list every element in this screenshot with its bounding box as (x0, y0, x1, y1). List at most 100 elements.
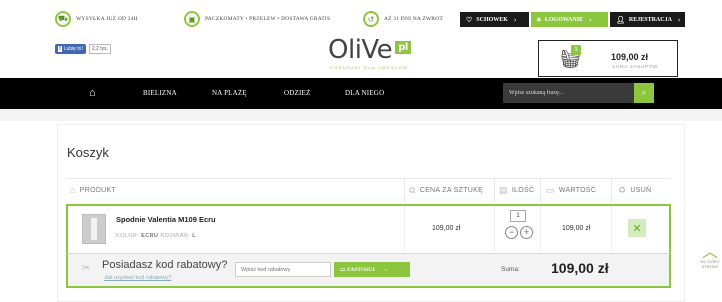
header-divider (540, 179, 541, 203)
close-icon: ✕ (632, 222, 642, 235)
search-input[interactable] (503, 83, 634, 103)
facebook-like-button[interactable]: f Lubię to! (55, 44, 86, 54)
site-logo[interactable]: OliVe pl Poduszki dla zmysłów (328, 35, 412, 70)
header-remove: ♻ USUŃ (618, 185, 651, 196)
remove-item-button[interactable]: ✕ (628, 219, 646, 237)
chevron-right-icon: › (589, 15, 592, 24)
cart-total-label: Suma zakupów (612, 64, 659, 69)
plus-icon: + (523, 227, 530, 237)
header-divider (494, 179, 495, 203)
row-divider (404, 206, 405, 251)
header-unit-price-label: CENA ZA SZTUKĘ (419, 187, 484, 194)
ticket-icon: ▭ (340, 266, 346, 273)
header-product-label: PRODUKT (79, 186, 117, 194)
chevron-right-icon: › (384, 266, 387, 273)
cart-item-row: Spodnie Valentia M109 Ecru KOLOR: ECRU R… (66, 204, 671, 253)
register-label: REJESTRACJA (628, 16, 672, 23)
list-icon: ▤ (499, 185, 508, 195)
header-value-label: WARTOŚĆ (558, 187, 597, 194)
facebook-icon: f (58, 46, 62, 52)
header-unit-price: ⧉ CENA ZA SZTUKĘ (409, 185, 483, 196)
promo-section: ✂ Posiadasz kod rabatowy? Jak uzyskać ko… (66, 253, 671, 288)
logo-tagline: Poduszki dla zmysłów (330, 65, 409, 70)
return-info-text: Aż 31 dni na zwrot (384, 16, 443, 22)
row-divider (540, 206, 541, 251)
background-band (0, 109, 722, 121)
logo-wordmark: OliVe pl (328, 35, 412, 65)
login-button[interactable]: 🔒︎ LOGOWANIE › (531, 12, 608, 27)
chevron-right-icon: › (513, 15, 517, 24)
bag-icon: ⌂ (70, 185, 76, 195)
mini-cart[interactable]: 🧺︎ 1 109,00 zł Suma zakupów (538, 40, 678, 77)
user-icon: 👤︎ (616, 15, 625, 24)
facebook-like[interactable]: f Lubię to! 2,2 tys. (55, 44, 111, 54)
row-divider (611, 206, 612, 251)
return-icon: ↺ (363, 11, 379, 27)
apply-promo-button[interactable]: ▭ ZASTOSUJ › (334, 262, 410, 277)
product-attributes: KOLOR: ECRU ROZMIAR: L (116, 233, 196, 239)
logo-main-text: OliVe (328, 35, 393, 65)
search-icon: ⌕ (641, 88, 647, 97)
return-info: ↺ Aż 31 dni na zwrot (363, 10, 443, 28)
item-value: 109,00 zł (562, 225, 591, 232)
facebook-like-label: Lubię to! (63, 46, 83, 52)
sum-label: Suma: (501, 266, 520, 273)
wallet-icon: ▭ (546, 185, 555, 195)
register-button[interactable]: 👤︎ REJESTRACJA › (610, 12, 685, 27)
row-divider (494, 206, 495, 251)
color-value: ECRU (141, 233, 159, 239)
facebook-like-count: 2,2 tys. (88, 44, 111, 54)
nav-item-odziez[interactable]: ODZIEŻ (284, 89, 310, 97)
truck-icon: ⛟ (55, 11, 71, 27)
product-name[interactable]: Spodnie Valentia M109 Ecru (116, 215, 216, 224)
product-thumbnail[interactable] (82, 214, 106, 244)
logo-pl-badge: pl (395, 41, 411, 54)
login-label: LOGOWANIE (544, 16, 584, 23)
search-box: ⌕ (503, 83, 654, 103)
cart-count-badge: 1 (571, 45, 581, 55)
header-divider (611, 179, 612, 203)
header-quantity: ▤ ILOŚĆ (499, 185, 534, 196)
promo-help-link[interactable]: Jak uzyskać kod rabatowy? (104, 275, 171, 281)
nav-item-na-plaze[interactable]: NA PLAŻĘ (212, 89, 247, 97)
header-divider (404, 179, 405, 203)
back-to-top-label: Do góry strony (700, 259, 720, 269)
cart-total: 109,00 zł (611, 52, 649, 62)
heart-icon: ♡ (466, 15, 473, 24)
schowek-label: SCHOWEK (476, 16, 508, 23)
lock-icon: 🔒︎ (537, 15, 541, 23)
payment-info-text: Paczkomaty • przelew • dostawa gratis (205, 16, 331, 22)
nav-item-dla-niego[interactable]: DLA NIEGO (345, 89, 384, 97)
schowek-button[interactable]: ♡ SCHOWEK › (460, 12, 529, 27)
promo-title: Posiadasz kod rabatowy? (102, 259, 228, 271)
cart-table-header: ⌂ PRODUKT ⧉ CENA ZA SZTUKĘ ▤ ILOŚĆ ▭ WAR… (66, 178, 671, 203)
sum-value: 109,00 zł (551, 260, 609, 276)
back-to-top-button[interactable]: ︿ Do góry strony (698, 244, 722, 270)
chevron-up-icon: ︿ (701, 244, 718, 261)
top-info-bar: ⛟ Wysyłka już od 24h ▣ Paczkomaty • prze… (0, 0, 722, 38)
header-quantity-label: ILOŚĆ (511, 187, 535, 194)
search-button[interactable]: ⌕ (634, 83, 654, 103)
page-title: Koszyk (67, 145, 109, 160)
header-remove-label: USUŃ (630, 187, 652, 194)
size-value: L (192, 233, 197, 239)
color-label: KOLOR: (116, 233, 140, 239)
scissors-icon: ✂ (82, 263, 91, 274)
size-label: ROZMIAR: (160, 233, 191, 239)
decrease-quantity-button[interactable]: − (505, 226, 518, 239)
price-tag-icon: ⧉ (409, 185, 416, 195)
shipping-info: ⛟ Wysyłka już od 24h (55, 10, 138, 28)
increase-quantity-button[interactable]: + (520, 226, 533, 239)
header-product: ⌂ PRODUKT (70, 185, 116, 195)
unit-price: 109,00 zł (432, 225, 461, 232)
package-icon: ▣ (184, 11, 200, 27)
quantity-input[interactable]: 1 (510, 210, 526, 222)
header-value: ▭ WARTOŚĆ (546, 185, 596, 196)
payment-info: ▣ Paczkomaty • przelew • dostawa gratis (184, 10, 330, 28)
home-icon[interactable]: ⌂ (89, 87, 96, 99)
trash-icon: ♻ (618, 185, 627, 195)
minus-icon: − (508, 227, 515, 237)
promo-code-input[interactable] (235, 262, 331, 277)
nav-item-bielizna[interactable]: BIELIZNA (143, 89, 177, 97)
apply-promo-label: ZASTOSUJ (346, 266, 375, 273)
